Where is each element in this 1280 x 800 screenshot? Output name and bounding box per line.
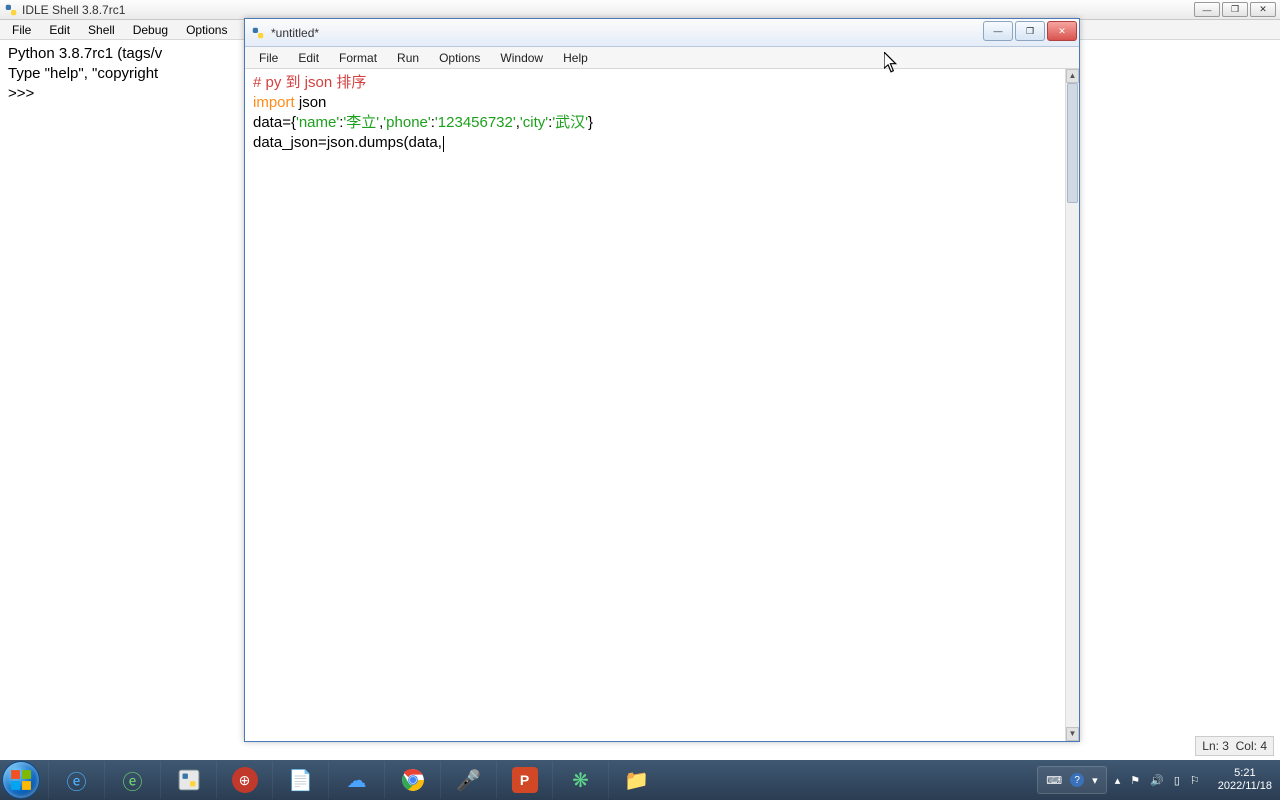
- idle-editor-window: *untitled* — ❐ ✕ File Edit Format Run Op…: [244, 18, 1080, 742]
- editor-scrollbar[interactable]: ▲ ▼: [1065, 69, 1079, 741]
- code-text: json: [295, 94, 327, 111]
- start-button[interactable]: [2, 761, 40, 799]
- clock-time: 5:21: [1218, 767, 1272, 780]
- tray-help-icon[interactable]: ?: [1070, 773, 1084, 787]
- python-icon: [4, 3, 18, 17]
- scroll-up-arrow-icon[interactable]: ▲: [1066, 69, 1079, 83]
- editor-minimize-button[interactable]: —: [983, 21, 1013, 41]
- editor-menubar: File Edit Format Run Options Window Help: [245, 47, 1079, 69]
- tray-chevron-icon[interactable]: ▾: [1092, 774, 1098, 787]
- code-string: '李立': [343, 114, 379, 131]
- editor-maximize-button[interactable]: ❐: [1015, 21, 1045, 41]
- editor-menu-file[interactable]: File: [249, 48, 288, 68]
- code-string: 'phone': [383, 114, 430, 131]
- editor-menu-options[interactable]: Options: [429, 48, 490, 68]
- taskbar-pinned-apps: ⓔ ⓔ ⊕ 📄 ☁ 🎤 P ❋ 📁: [48, 760, 664, 800]
- editor-menu-format[interactable]: Format: [329, 48, 387, 68]
- code-text: data_json=json.dumps(data,: [253, 134, 442, 151]
- taskbar-mic-icon[interactable]: 🎤: [440, 761, 496, 799]
- taskbar-idle-icon[interactable]: [160, 761, 216, 799]
- editor-menu-run[interactable]: Run: [387, 48, 429, 68]
- tray-keyboard-icon[interactable]: ⌨: [1046, 774, 1062, 787]
- scroll-down-arrow-icon[interactable]: ▼: [1066, 727, 1079, 741]
- shell-line-1: Python 3.8.7rc1 (tags/v: [8, 45, 162, 62]
- taskbar-chrome-icon[interactable]: [384, 761, 440, 799]
- windows-logo-icon: [10, 769, 32, 791]
- status-ln: Ln: 3: [1202, 739, 1229, 753]
- code-string: 'name': [296, 114, 339, 131]
- tray-network-icon[interactable]: ⚑: [1130, 774, 1140, 787]
- taskbar-cloud-app-icon[interactable]: ☁: [328, 761, 384, 799]
- editor-menu-window[interactable]: Window: [490, 48, 553, 68]
- tray-volume-icon[interactable]: 🔊: [1150, 774, 1164, 787]
- taskbar-ie-icon[interactable]: ⓔ: [48, 761, 104, 799]
- shell-menu-file[interactable]: File: [4, 21, 39, 39]
- tray-battery-icon[interactable]: ▯: [1174, 774, 1180, 787]
- code-string: 'city': [520, 114, 548, 131]
- taskbar-notepad-icon[interactable]: 📄: [272, 761, 328, 799]
- tray-group[interactable]: ⌨ ? ▾: [1037, 766, 1106, 794]
- taskbar-explorer-icon[interactable]: 📁: [608, 761, 664, 799]
- tray-expand-icon[interactable]: ▴: [1115, 774, 1121, 787]
- editor-title: *untitled*: [271, 26, 983, 40]
- shell-close-button[interactable]: ✕: [1250, 2, 1276, 17]
- shell-menu-edit[interactable]: Edit: [41, 21, 78, 39]
- taskbar-app-red-icon[interactable]: ⊕: [216, 761, 272, 799]
- shell-titlebar[interactable]: IDLE Shell 3.8.7rc1 — ❐ ✕: [0, 0, 1280, 20]
- editor-titlebar[interactable]: *untitled* — ❐ ✕: [245, 19, 1079, 47]
- editor-code-area[interactable]: # py 到 json 排序 import json data={'name':…: [245, 69, 1065, 741]
- taskbar: ⓔ ⓔ ⊕ 📄 ☁ 🎤 P ❋ 📁 ⌨ ? ▾ ▴ ⚑ 🔊 ▯ ⚐ 5:21: [0, 760, 1280, 800]
- code-comment: # py 到 json 排序: [253, 74, 366, 91]
- editor-close-button[interactable]: ✕: [1047, 21, 1077, 41]
- tray-flag-icon[interactable]: ⚐: [1190, 774, 1200, 787]
- code-text: data={: [253, 114, 296, 131]
- editor-window-controls: — ❐ ✕: [983, 19, 1079, 46]
- python-icon: [251, 26, 265, 40]
- shell-menu-debug[interactable]: Debug: [125, 21, 176, 39]
- taskbar-app-green-icon[interactable]: ❋: [552, 761, 608, 799]
- shell-menu-options[interactable]: Options: [178, 21, 235, 39]
- clock-date: 2022/11/18: [1218, 780, 1272, 793]
- system-tray: ⌨ ? ▾ ▴ ⚑ 🔊 ▯ ⚐ 5:21 2022/11/18: [1037, 760, 1280, 800]
- shell-menu-shell[interactable]: Shell: [80, 21, 123, 39]
- code-string: '武汉': [552, 114, 588, 131]
- text-caret: [443, 136, 444, 152]
- tray-clock[interactable]: 5:21 2022/11/18: [1210, 767, 1280, 793]
- shell-statusbar: Ln: 3 Col: 4: [1195, 736, 1274, 756]
- editor-menu-edit[interactable]: Edit: [288, 48, 329, 68]
- taskbar-ie-alt-icon[interactable]: ⓔ: [104, 761, 160, 799]
- code-keyword-import: import: [253, 94, 295, 111]
- code-string: '123456732': [435, 114, 516, 131]
- shell-prompt: >>>: [8, 85, 38, 102]
- editor-menu-help[interactable]: Help: [553, 48, 598, 68]
- shell-line-2: Type "help", "copyright: [8, 65, 158, 82]
- shell-restore-button[interactable]: ❐: [1222, 2, 1248, 17]
- shell-title: IDLE Shell 3.8.7rc1: [22, 3, 1194, 17]
- scroll-thumb[interactable]: [1067, 83, 1078, 203]
- shell-window-controls: — ❐ ✕: [1194, 2, 1276, 17]
- code-text: }: [588, 114, 593, 131]
- taskbar-powerpoint-icon[interactable]: P: [496, 761, 552, 799]
- status-col: Col: 4: [1236, 739, 1267, 753]
- shell-minimize-button[interactable]: —: [1194, 2, 1220, 17]
